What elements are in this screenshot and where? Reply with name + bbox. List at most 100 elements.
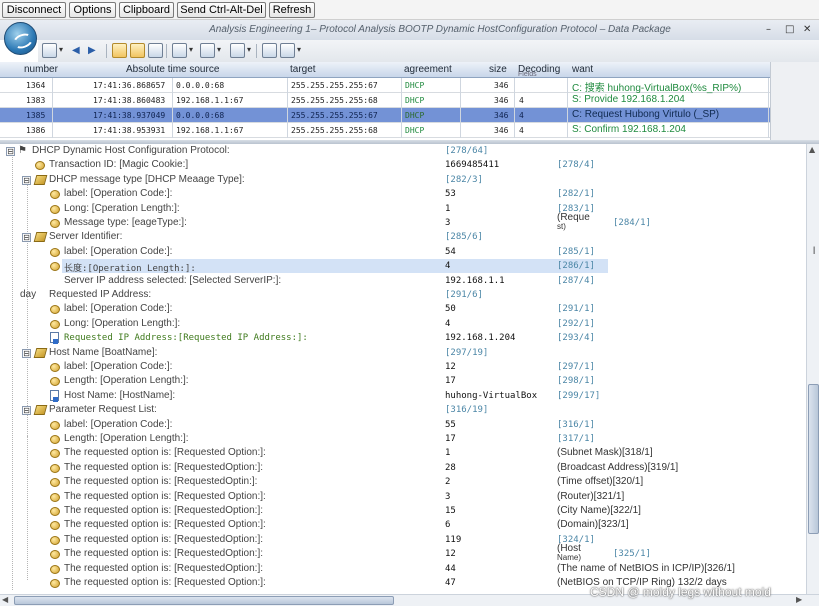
send-ctrl-alt-del-button[interactable]: Send Ctrl-Alt-Del	[177, 2, 266, 18]
list-view-icon[interactable]	[112, 43, 127, 58]
export-icon[interactable]	[262, 43, 277, 58]
tree-row[interactable]: Message type: [eageType:]: 3 [284/1] (Reque…	[0, 212, 806, 231]
tree-row[interactable]: label: [Operation Code:]: 50 [291/1]	[0, 302, 806, 316]
filter-icon[interactable]	[172, 43, 193, 58]
tree-row[interactable]: Transaction ID: [Magic Cookie:] 166948541…	[0, 158, 806, 172]
tree-row[interactable]: Server IP address selected: [Selected Se…	[0, 274, 806, 288]
tree-row[interactable]: The requested option is: [RequestedOptin…	[0, 475, 806, 489]
tree-row[interactable]: Host Name: [HostName]: huhong-VirtualBox […	[0, 389, 806, 403]
options-button[interactable]: Options	[69, 2, 116, 18]
packet-row[interactable]: 1385 17:41:38.937049 0.0.0.0:68 255.255.255…	[0, 108, 770, 123]
close-button[interactable]: ✕	[803, 24, 811, 35]
packet-cell-size: 346	[494, 96, 509, 105]
tree-field-offset: [278/64]	[445, 146, 489, 156]
tree-field-value: 53	[445, 189, 456, 200]
tree-row[interactable]: Length: [Operation Length:]: 17 [317/1]	[0, 432, 806, 446]
vertical-scrollbar[interactable]: ▲	[806, 144, 819, 594]
horizontal-scroll-thumb[interactable]	[14, 596, 394, 605]
packet-cell-time: 17:41:38.937049	[93, 111, 166, 120]
tree-row[interactable]: The requested option is: [RequestedOptio…	[0, 543, 806, 562]
refresh-icon[interactable]	[280, 43, 301, 58]
scroll-left-arrow-icon[interactable]: ◀	[2, 595, 8, 604]
tree-row[interactable]: The requested option is: [RequestedOptio…	[0, 504, 806, 518]
tree-expander-icon[interactable]: ⊟	[22, 175, 31, 185]
tree-row[interactable]: label: [Operation Code:]: 54 [285/1]	[0, 245, 806, 259]
tree-field-label: The requested option is: [RequestedOptin…	[64, 476, 258, 488]
tree-row[interactable]: The requested option is: [Requested Opti…	[0, 490, 806, 504]
tree-field-label: Requested IP Address:[Requested IP Addre…	[64, 333, 308, 344]
tree-row[interactable]: label: [Operation Code:]: 55 [316/1]	[0, 418, 806, 432]
tree-row[interactable]: Requested IP Address:[Requested IP Addre…	[0, 331, 806, 345]
tree-row[interactable]: label: [Operation Code:]: 53 [282/1]	[0, 187, 806, 201]
tree-row[interactable]: The requested option is: [RequestedOptio…	[0, 562, 806, 576]
column-divider	[401, 93, 402, 108]
clipboard-button[interactable]: Clipboard	[119, 2, 174, 18]
tree-row[interactable]: day Requested IP Address: [291/6]	[0, 288, 806, 302]
vertical-scroll-thumb[interactable]	[808, 384, 819, 534]
remote-session-toolbar: Disconnect Options Clipboard Send Ctrl-A…	[0, 0, 819, 20]
tree-field-offset: [286/1]	[557, 261, 595, 272]
field-icon	[50, 579, 60, 588]
disconnect-button[interactable]: Disconnect	[2, 2, 66, 18]
column-target[interactable]: target	[290, 64, 316, 75]
tree-row[interactable]: Length: [Operation Length:]: 17 [298/1]	[0, 374, 806, 388]
column-divider	[460, 123, 461, 138]
column-number[interactable]: number	[24, 64, 58, 75]
packet-cell-source: 192.168.1.1:67	[176, 126, 244, 135]
tree-row[interactable]: ⊟ DHCP message type [DHCP Meaage Type]: [2…	[0, 173, 806, 187]
packet-cell-target: 255.255.255.255:68	[291, 96, 378, 105]
column-divider	[401, 123, 402, 138]
tree-field-value: 54	[445, 246, 456, 257]
tree-expander-icon[interactable]: ⊟	[22, 406, 31, 416]
scroll-up-arrow-icon[interactable]: ▲	[809, 145, 815, 154]
column-divider	[567, 78, 568, 93]
detail-view-icon[interactable]	[130, 43, 145, 58]
column-want[interactable]: want	[572, 64, 593, 75]
analyze-icon[interactable]	[230, 43, 251, 58]
tree-expander-icon[interactable]: ⊟	[6, 147, 15, 156]
field-icon	[50, 449, 60, 459]
tree-field-value: 12	[445, 549, 456, 560]
minimize-button[interactable]: –	[766, 24, 771, 35]
refresh-button[interactable]: Refresh	[269, 2, 315, 18]
scroll-right-arrow-icon[interactable]: ▶	[796, 595, 802, 604]
packet-row[interactable]: 1383 17:41:38.860483 192.168.1.1:67 255.255…	[0, 93, 770, 108]
tree-row[interactable]: 长度:[Operation Length:]: 4 [286/1]	[0, 259, 806, 274]
packet-row[interactable]: 1364 17:41:36.868657 0.0.0.0:68 255.255.255…	[0, 78, 770, 94]
tree-row[interactable]: ⊟ Host Name [BoatName]: [297/19]	[0, 346, 806, 360]
tree-field-value: 2	[445, 477, 451, 488]
tree-row[interactable]: The requested option is: [Requested Opti…	[0, 446, 806, 460]
restore-button[interactable]: □	[785, 24, 794, 35]
tree-field-label: The requested option is: [RequestedOptio…	[64, 533, 264, 545]
tree-field-label: The requested option is: [RequestedOptio…	[64, 562, 264, 574]
tree-row[interactable]: The requested option is: [RequestedOptio…	[0, 533, 806, 547]
app-logo-icon[interactable]	[4, 22, 37, 55]
tree-row[interactable]: ⊟ Parameter Request List: [316/19]	[0, 403, 806, 417]
tree-row[interactable]: label: [Operation Code:]: 12 [297/1]	[0, 360, 806, 374]
tree-row[interactable]: ⊟ Server Identifier: [285/6]	[0, 230, 806, 244]
column-time-source[interactable]: Absolute time source	[126, 64, 219, 75]
tools-icon[interactable]	[200, 43, 221, 58]
packet-cell-decoding: 4	[519, 111, 524, 120]
column-divider	[567, 93, 568, 108]
tree-row[interactable]: ⊟ ⚑ DHCP Dynamic Host Configuration Protoc…	[0, 144, 806, 158]
tree-row[interactable]: The requested option is: [RequestedOptio…	[0, 461, 806, 475]
tree-row[interactable]: Long: [Operation Length:]: 4 [292/1]	[0, 317, 806, 331]
hex-view-icon[interactable]	[148, 43, 163, 58]
save-icon[interactable]	[42, 43, 63, 58]
tree-expander-icon[interactable]: ⊟	[22, 348, 31, 358]
protocol-detail-tree[interactable]: ⊟ ⚑ DHCP Dynamic Host Configuration Protoc…	[0, 144, 819, 594]
column-size[interactable]: size	[489, 64, 507, 75]
tree-row[interactable]: Long: [Cperation Length:]: 1 [283/1]	[0, 202, 806, 216]
field-icon	[50, 377, 60, 387]
tree-row[interactable]: The requested option is: [Requested Opti…	[0, 518, 806, 532]
back-arrow-icon[interactable]: ◀	[72, 43, 87, 58]
tree-expander-icon[interactable]: ⊟	[22, 233, 31, 243]
packet-list[interactable]: number Absolute time source target agree…	[0, 62, 770, 140]
column-divider	[514, 78, 515, 93]
packet-row[interactable]: 1386 17:41:38.953931 192.168.1.1:67 255.255…	[0, 123, 770, 138]
column-divider	[514, 93, 515, 108]
forward-arrow-icon[interactable]: ▶	[88, 43, 103, 58]
column-agreement[interactable]: agreement	[404, 64, 452, 75]
package-icon	[33, 405, 48, 416]
